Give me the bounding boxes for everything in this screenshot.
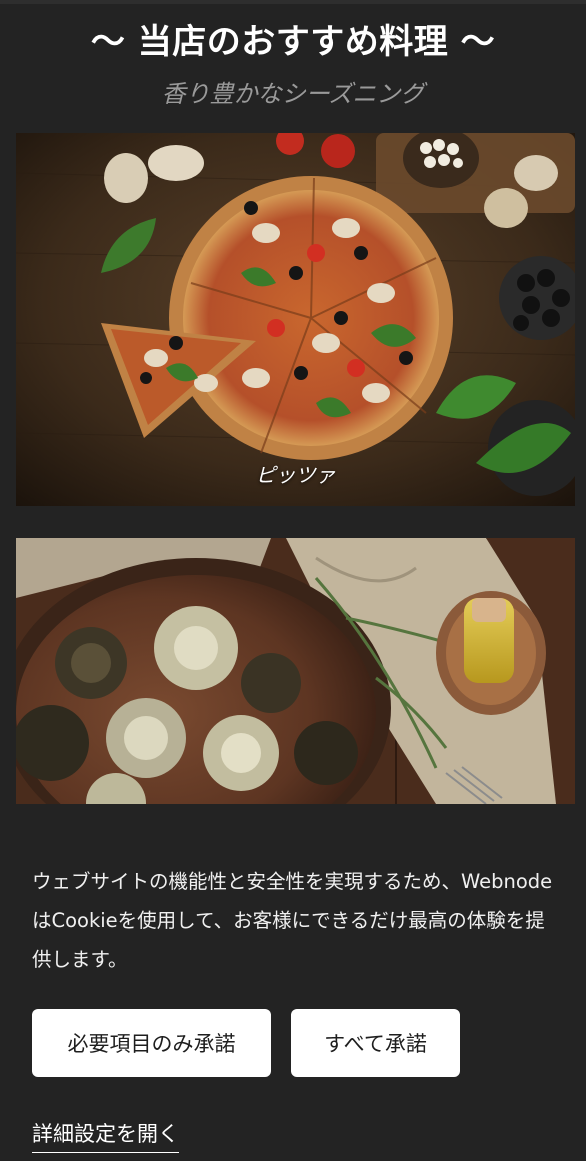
dish-card-artichokes[interactable] [16,538,575,804]
dish-caption: ピッツァ [255,463,336,487]
accept-all-button[interactable]: すべて承諾 [291,1009,460,1077]
pizza-photo [16,133,575,506]
roasted-artichokes-photo [16,538,575,804]
cookie-banner: ウェブサイトの機能性と安全性を実現するため、WebnodeはCookieを使用し… [0,804,586,1161]
top-divider [0,0,586,4]
open-settings-link[interactable]: 詳細設定を開く [32,1118,179,1153]
accept-necessary-button[interactable]: 必要項目のみ承諾 [32,1009,271,1077]
section-title: 〜 当店のおすすめ料理 〜 [90,22,496,62]
page: 〜 当店のおすすめ料理 〜 香り豊かなシーズニング ピッツァ ウェブサイトの機能… [0,0,586,1161]
cookie-message: ウェブサイトの機能性と安全性を実現するため、WebnodeはCookieを使用し… [32,870,553,971]
dish-card-pizza[interactable]: ピッツァ [16,133,575,506]
section-subtitle: 香り豊かなシーズニング [161,80,425,108]
